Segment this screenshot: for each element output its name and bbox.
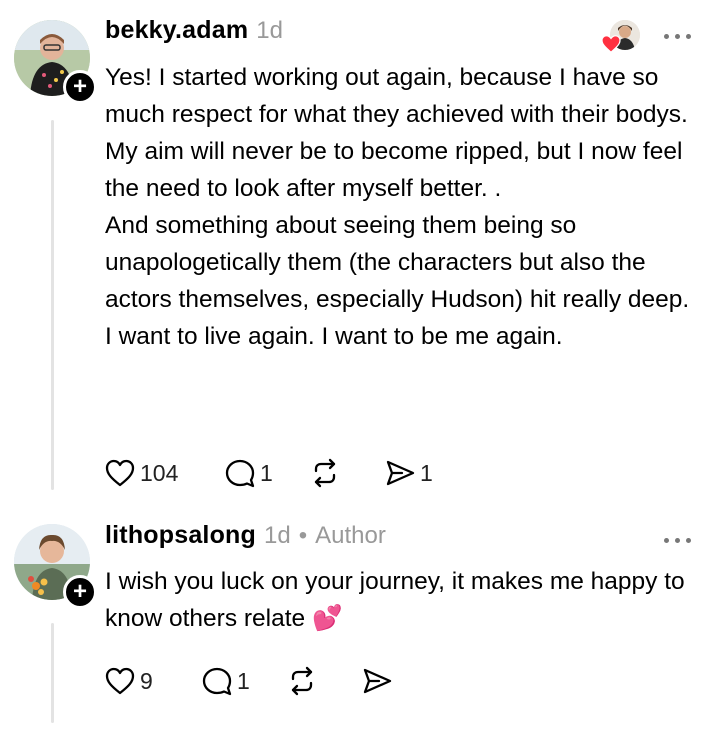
- comment-header: bekky.adam 1d: [105, 16, 283, 56]
- plus-icon: +: [72, 578, 87, 605]
- share-button[interactable]: 1: [384, 458, 444, 488]
- username[interactable]: bekky.adam: [105, 16, 248, 45]
- more-icon[interactable]: [664, 535, 692, 545]
- share-icon: [386, 460, 415, 486]
- comment-header: lithopsalong 1d • Author: [105, 521, 386, 561]
- follow-button[interactable]: +: [63, 70, 97, 104]
- comment-icon: [202, 667, 232, 696]
- timestamp: 1d: [264, 522, 291, 549]
- repost-button[interactable]: [286, 666, 361, 696]
- share-icon: [363, 668, 392, 694]
- repost-icon: [314, 458, 336, 488]
- like-button[interactable]: 9: [104, 666, 201, 696]
- reply-button[interactable]: 1: [224, 458, 309, 488]
- thread-line: [51, 623, 54, 723]
- like-count: 104: [140, 459, 179, 486]
- more-icon[interactable]: [664, 31, 692, 41]
- repost-button[interactable]: [309, 458, 384, 488]
- separator-dot: •: [298, 522, 308, 549]
- thread-line: [51, 120, 54, 490]
- liked-heart-icon: [601, 35, 621, 53]
- comment-text: I wish you luck on your journey, it make…: [105, 568, 692, 632]
- repost-icon: [291, 666, 313, 696]
- username[interactable]: lithopsalong: [105, 521, 256, 550]
- action-bar: 9 1: [104, 661, 421, 701]
- timestamp: 1d: [256, 17, 283, 44]
- share-count: 1: [420, 459, 433, 486]
- action-bar: 104 1 1: [104, 453, 444, 493]
- reply-count: 1: [237, 667, 250, 694]
- comment-lithopsalong: + lithopsalong 1d • Author I wish you lu…: [0, 505, 720, 730]
- heart-icon: [105, 459, 135, 487]
- heart-icon: [105, 667, 135, 695]
- follow-button[interactable]: +: [63, 575, 97, 609]
- author-label: Author: [315, 522, 386, 549]
- comment-bekky-adam: + bekky.adam 1d Yes! I started working o…: [0, 0, 720, 505]
- like-button[interactable]: 104: [104, 458, 224, 488]
- plus-icon: +: [72, 73, 87, 100]
- reply-button[interactable]: 1: [201, 666, 286, 696]
- comment-text: Yes! I started working out again, becaus…: [105, 64, 690, 350]
- share-button[interactable]: [361, 666, 421, 696]
- like-count: 9: [140, 667, 153, 694]
- reply-count: 1: [260, 459, 273, 486]
- comment-icon: [225, 459, 255, 488]
